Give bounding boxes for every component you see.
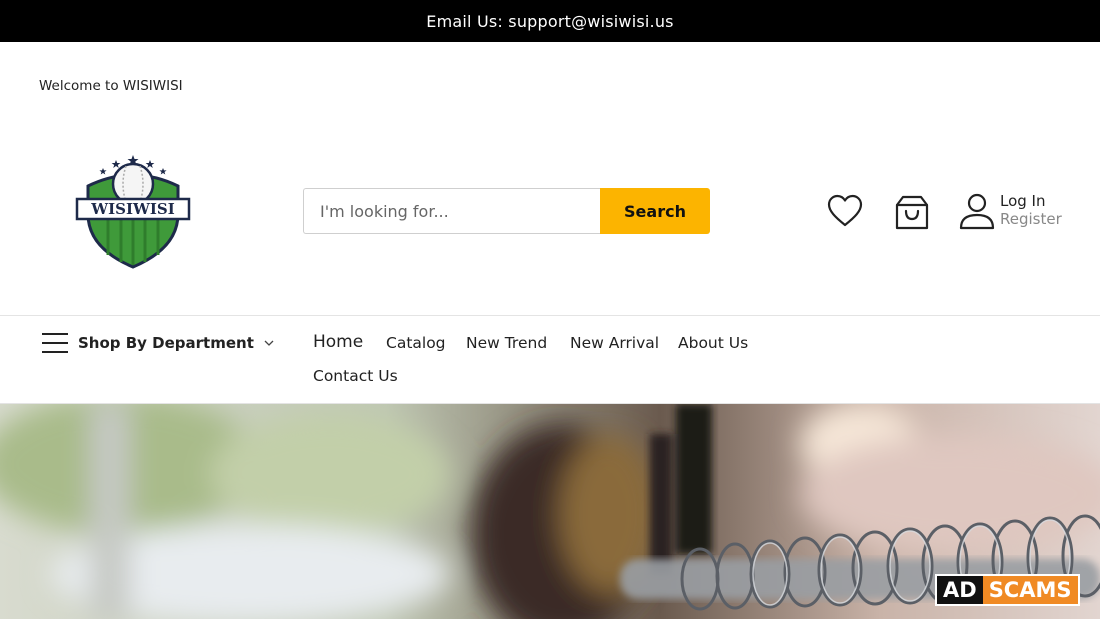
hamburger-menu-icon — [42, 333, 68, 353]
logo-text: WISIWISI — [90, 200, 174, 218]
nav-item-new-trend[interactable]: New Trend — [466, 334, 547, 352]
heart-icon[interactable] — [827, 194, 863, 228]
search-button[interactable]: Search — [600, 188, 710, 234]
shopping-bag-icon[interactable] — [893, 193, 931, 231]
watermark-left-text: AD — [937, 576, 983, 604]
search-input[interactable] — [303, 188, 600, 234]
welcome-text: Welcome to WISIWISI — [39, 78, 183, 94]
nav-item-catalog[interactable]: Catalog — [386, 334, 446, 352]
account-links: Log In Register — [1000, 192, 1062, 228]
top-announcement-bar: Email Us: support@wisiwisi.us — [0, 0, 1100, 42]
register-link[interactable]: Register — [1000, 210, 1062, 228]
support-email-text: Email Us: support@wisiwisi.us — [426, 11, 674, 31]
nav-item-home[interactable]: Home — [313, 332, 363, 352]
search-bar: Search — [303, 188, 710, 234]
watermark-right-text: SCAMS — [982, 576, 1078, 604]
shop-by-department-menu[interactable]: Shop By Department — [42, 333, 274, 353]
adscams-watermark: AD SCAMS — [935, 574, 1080, 606]
wisiwisi-logo[interactable]: WISIWISI — [74, 152, 192, 270]
nav-item-about-us[interactable]: About Us — [678, 334, 748, 352]
department-label: Shop By Department — [78, 334, 254, 352]
nav-item-new-arrival[interactable]: New Arrival — [570, 334, 659, 352]
nav-item-contact-us[interactable]: Contact Us — [313, 367, 398, 385]
main-navigation: Shop By Department Home Catalog New Tren… — [0, 315, 1100, 404]
chevron-down-icon — [264, 340, 274, 346]
user-icon[interactable] — [958, 192, 996, 230]
login-link[interactable]: Log In — [1000, 192, 1062, 210]
